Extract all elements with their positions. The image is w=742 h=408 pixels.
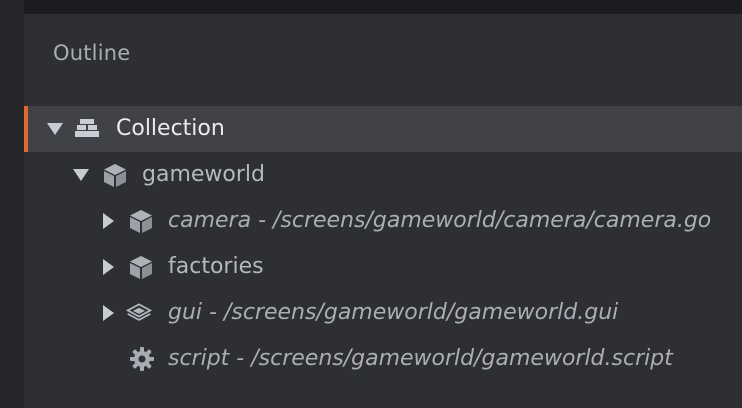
- tree-row-label: gameworld: [142, 162, 265, 187]
- tree-row-label: Collection: [116, 116, 225, 141]
- tree-row-label: script - /screens/gameworld/gameworld.sc…: [168, 346, 673, 371]
- expand-arrow-right-icon[interactable]: [103, 213, 114, 229]
- tree-row-script[interactable]: script - /screens/gameworld/gameworld.sc…: [24, 336, 742, 382]
- left-gutter: [0, 0, 24, 408]
- outline-panel: Outline Collection gameworld camera - /s…: [24, 14, 742, 408]
- tree-row-gui[interactable]: gui - /screens/gameworld/gameworld.gui: [24, 290, 742, 336]
- collection-icon: [75, 119, 99, 137]
- game-object-icon: [130, 256, 152, 279]
- expand-arrow-right-icon[interactable]: [103, 305, 114, 321]
- tree-row-label: factories: [168, 254, 264, 279]
- expand-arrow-down-icon[interactable]: [73, 169, 89, 181]
- top-strip: [0, 0, 742, 14]
- panel-title: Outline: [53, 41, 131, 65]
- tree-row-label: gui - /screens/gameworld/gameworld.gui: [168, 300, 619, 325]
- tree-row-factories[interactable]: factories: [24, 244, 742, 290]
- expand-arrow-right-icon[interactable]: [103, 259, 114, 275]
- tree-row-camera[interactable]: camera - /screens/gameworld/camera/camer…: [24, 198, 742, 244]
- editor-frame: Outline Collection gameworld camera - /s…: [0, 0, 742, 408]
- tree-row-gameworld[interactable]: gameworld: [24, 152, 742, 198]
- tree-row-label: camera - /screens/gameworld/camera/camer…: [168, 208, 712, 233]
- tree-row-collection[interactable]: Collection: [24, 106, 742, 152]
- expand-arrow-down-icon[interactable]: [47, 123, 63, 135]
- gui-layers-icon: [126, 303, 152, 321]
- game-object-icon: [130, 210, 152, 233]
- game-object-icon: [104, 164, 126, 187]
- gear-icon: [130, 347, 154, 371]
